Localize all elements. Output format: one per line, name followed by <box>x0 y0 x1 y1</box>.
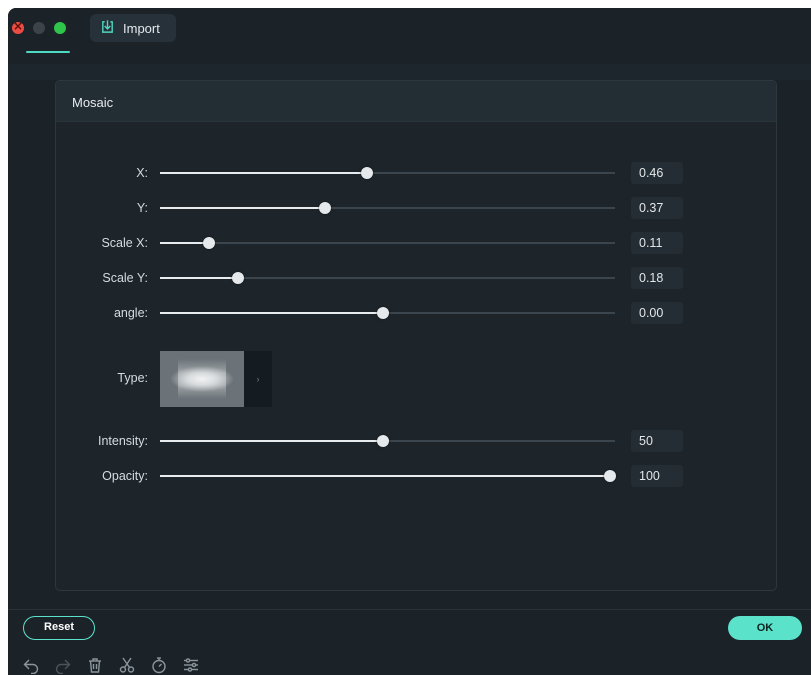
trash-icon[interactable] <box>86 656 104 674</box>
type-row: Type: › <box>56 351 776 407</box>
import-button[interactable]: Import <box>90 14 176 42</box>
slider-fill <box>160 277 239 279</box>
slider-label: Y: <box>136 201 148 215</box>
maximize-window-button[interactable] <box>54 22 66 34</box>
slider-label: Opacity: <box>102 469 148 483</box>
mosaic-panel: Mosaic X: 0.46 Y: 0.37 Scale X: 0.11 Sca… <box>55 80 777 591</box>
slider-fill <box>160 475 611 477</box>
adjust-icon[interactable] <box>182 656 200 674</box>
redo-icon[interactable] <box>54 656 72 675</box>
slider-label: Scale Y: <box>102 271 148 285</box>
scale-x-slider[interactable] <box>160 237 615 249</box>
angle-value-field[interactable]: 0.00 <box>631 302 683 324</box>
x-slider[interactable] <box>160 167 615 179</box>
slider-thumb[interactable] <box>361 167 374 179</box>
timer-icon[interactable] <box>150 656 168 674</box>
import-icon <box>100 19 115 37</box>
titlebar: Import <box>8 8 811 64</box>
undo-icon[interactable] <box>22 656 40 675</box>
slider-fill <box>160 242 210 244</box>
slider-thumb[interactable] <box>376 435 389 447</box>
slider-thumb[interactable] <box>203 237 216 249</box>
y-value-field[interactable]: 0.37 <box>631 197 683 219</box>
slider-fill <box>160 312 383 314</box>
slider-label: X: <box>136 166 148 180</box>
slider-row-scale-y: Scale Y: 0.18 <box>56 267 776 289</box>
intensity-slider[interactable] <box>160 435 615 447</box>
slider-row-x: X: 0.46 <box>56 162 776 184</box>
slider-thumb[interactable] <box>604 470 617 482</box>
footer-divider <box>8 609 811 610</box>
x-value-field[interactable]: 0.46 <box>631 162 683 184</box>
minimize-window-button[interactable] <box>33 22 45 34</box>
slider-label: angle: <box>113 306 148 320</box>
ok-button[interactable]: OK <box>728 616 802 640</box>
scale-y-slider[interactable] <box>160 272 615 284</box>
scale-y-value-field[interactable]: 0.18 <box>631 267 683 289</box>
intensity-value-field[interactable]: 50 <box>631 430 683 452</box>
slider-row-angle: angle: 0.00 <box>56 302 776 324</box>
bottom-toolbar <box>22 656 200 675</box>
slider-thumb[interactable] <box>376 307 389 319</box>
slider-label: Intensity: <box>97 434 148 448</box>
slider-row-scale-x: Scale X: 0.11 <box>56 232 776 254</box>
import-label: Import <box>123 20 160 36</box>
opacity-slider[interactable] <box>160 470 617 482</box>
effect-settings-window: Import Mosaic X: 0.46 Y: 0.37 Scale X <box>8 8 811 675</box>
active-tab-indicator <box>26 51 70 53</box>
tab-strip <box>8 64 811 80</box>
close-window-button[interactable] <box>12 19 24 34</box>
opacity-value-field[interactable]: 100 <box>631 465 683 487</box>
slider-fill <box>160 440 383 442</box>
slider-row-intensity: Intensity: 50 <box>56 430 776 452</box>
mosaic-type-preview[interactable] <box>160 351 244 407</box>
scale-x-value-field[interactable]: 0.11 <box>631 232 683 254</box>
slider-thumb[interactable] <box>318 202 331 214</box>
panel-header: Mosaic <box>56 81 776 122</box>
reset-button[interactable]: Reset <box>23 616 95 640</box>
slider-fill <box>160 207 325 209</box>
slider-thumb[interactable] <box>232 272 245 284</box>
panel-title: Mosaic <box>72 95 114 110</box>
type-label: Type: <box>117 371 148 385</box>
type-expand-arrow[interactable]: › <box>244 351 272 407</box>
slider-label: Scale X: <box>101 236 148 250</box>
slider-row-opacity: Opacity: 100 <box>56 465 776 487</box>
angle-slider[interactable] <box>160 307 615 319</box>
y-slider[interactable] <box>160 202 615 214</box>
slider-row-y: Y: 0.37 <box>56 197 776 219</box>
scissors-icon[interactable] <box>118 656 136 674</box>
slider-fill <box>160 172 368 174</box>
